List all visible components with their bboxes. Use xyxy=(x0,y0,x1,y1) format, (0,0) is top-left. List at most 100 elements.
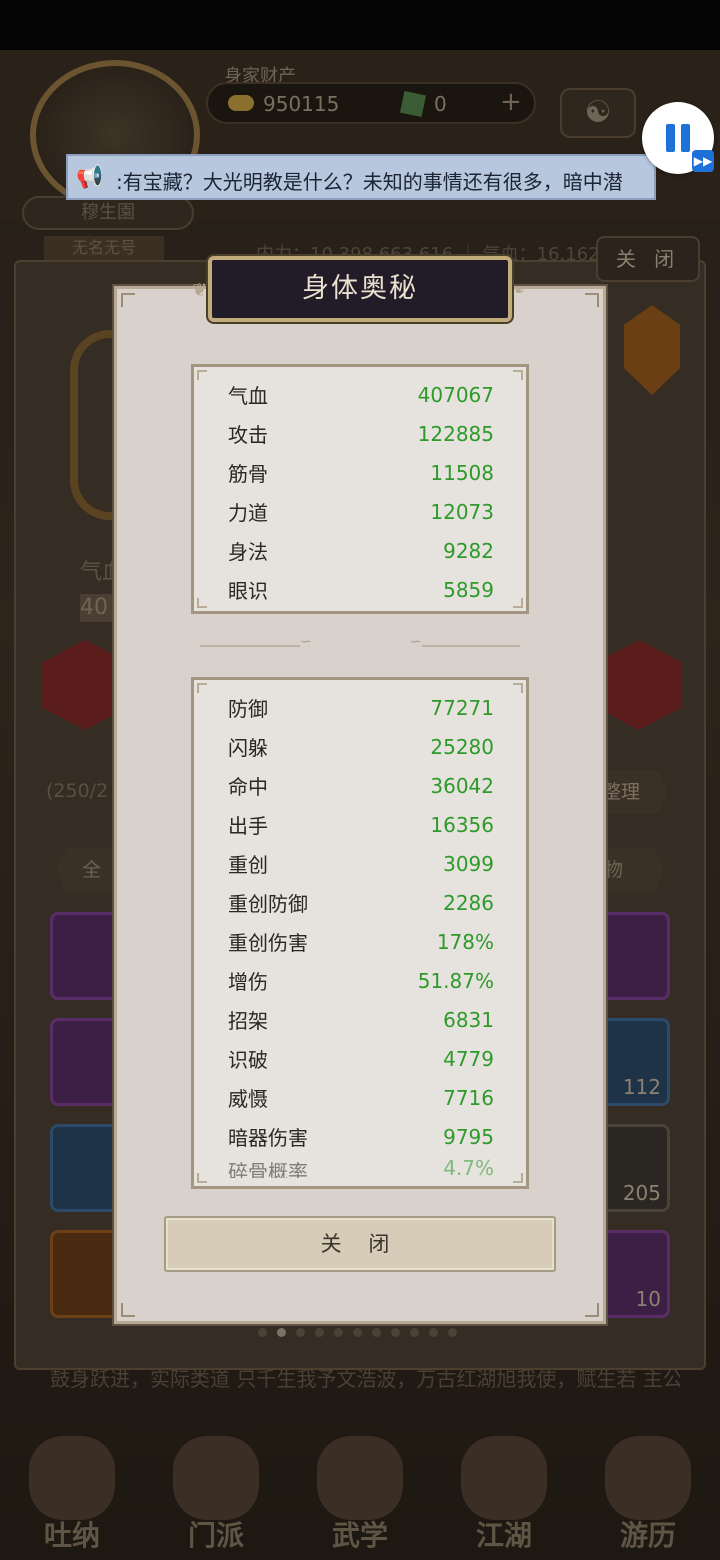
page-dot[interactable] xyxy=(277,1328,286,1337)
nav-martial-arts[interactable]: 武学 xyxy=(305,1436,415,1554)
nav-sect[interactable]: 门派 xyxy=(161,1436,271,1554)
page-dot[interactable] xyxy=(448,1328,457,1337)
stat-label: 识破 xyxy=(228,1048,268,1072)
martial-arts-icon xyxy=(317,1436,403,1520)
stat-row-damage-bonus: 增伤 51.87% xyxy=(228,961,494,1000)
corner-ornament xyxy=(197,1173,207,1183)
corner-ornament xyxy=(585,293,599,307)
stat-label: 出手 xyxy=(228,814,268,838)
taiji-icon[interactable]: ☯ xyxy=(560,88,636,138)
stat-row-agility: 身法 9282 xyxy=(228,531,494,570)
divider-ornament-icon: ∽ xyxy=(300,634,312,650)
stat-label: 命中 xyxy=(228,775,268,799)
modal-title-plate: 身体奥秘 xyxy=(208,256,512,322)
item-slot[interactable] xyxy=(600,912,670,1000)
page-dot[interactable] xyxy=(296,1328,305,1337)
page-dot[interactable] xyxy=(391,1328,400,1337)
nav-label: 江湖 xyxy=(475,1519,532,1552)
nav-tuna[interactable]: 吐纳 xyxy=(17,1436,127,1554)
status-bar xyxy=(0,0,720,50)
page-dot[interactable] xyxy=(372,1328,381,1337)
stat-row-intimidate: 威慑 7716 xyxy=(228,1078,494,1117)
page-dot[interactable] xyxy=(410,1328,419,1337)
stat-value: 2286 xyxy=(443,890,494,915)
tuna-icon xyxy=(29,1436,115,1520)
secondary-stats-box[interactable]: 防御 77271 闪躲 25280 命中 36042 出手 16356 重创 3099 重… xyxy=(191,677,529,1189)
stat-label: 重创 xyxy=(228,853,268,877)
pause-icon xyxy=(666,124,675,152)
nav-travel[interactable]: 游历 xyxy=(593,1436,703,1554)
item-slot[interactable] xyxy=(50,1230,120,1318)
stat-value: 407067 xyxy=(417,382,494,407)
item-slot[interactable]: 112 xyxy=(600,1018,670,1106)
stat-row-hidden-weapon-damage: 暗器伤害 9795 xyxy=(228,1117,494,1156)
jianghu-icon xyxy=(461,1436,547,1520)
stat-row-perception: 眼识 5859 xyxy=(228,570,494,609)
modal-close-button[interactable]: 关 闭 xyxy=(164,1216,556,1272)
stat-label: 身法 xyxy=(228,540,268,564)
item-slot[interactable] xyxy=(50,1124,120,1212)
background-close-button[interactable]: 关 闭 xyxy=(596,236,700,282)
primary-stat-list: 气血 407067 攻击 122885 筋骨 11508 力道 12073 身法 9282… xyxy=(228,375,494,609)
stat-label: 重创防御 xyxy=(228,892,308,916)
stat-value: 9282 xyxy=(443,538,494,563)
page-dot[interactable] xyxy=(334,1328,343,1337)
silver-coin-icon xyxy=(228,95,254,111)
item-slot[interactable]: 205 xyxy=(600,1124,670,1212)
corner-ornament xyxy=(585,1303,599,1317)
flourish-right-icon: ❧ xyxy=(510,280,526,301)
page-dot[interactable] xyxy=(258,1328,267,1337)
stat-label: 眼识 xyxy=(228,579,268,603)
secondary-stat-list[interactable]: 防御 77271 闪躲 25280 命中 36042 出手 16356 重创 3099 重… xyxy=(228,688,494,1179)
bag-capacity: (250/2 xyxy=(46,780,109,802)
section-divider: ∽ ∽ xyxy=(200,634,520,652)
stat-row-crit: 重创 3099 xyxy=(228,844,494,883)
stat-value: 16356 xyxy=(430,812,494,837)
page-dot[interactable] xyxy=(353,1328,362,1337)
item-count: 10 xyxy=(635,1287,661,1311)
stat-row-insight: 识破 4779 xyxy=(228,1039,494,1078)
stat-label: 攻击 xyxy=(228,423,268,447)
stat-label: 招架 xyxy=(228,1009,268,1033)
stat-label: 防御 xyxy=(228,697,268,721)
nav-jianghu[interactable]: 江湖 xyxy=(449,1436,559,1554)
filter-items-tab[interactable]: 物 xyxy=(600,848,664,892)
stat-value: 4.7% xyxy=(443,1156,494,1178)
stat-row-parry: 招架 6831 xyxy=(228,1000,494,1039)
corner-ornament xyxy=(121,1303,135,1317)
stat-label: 筋骨 xyxy=(228,462,268,486)
corner-ornament xyxy=(513,683,523,693)
stat-value: 6831 xyxy=(443,1007,494,1032)
modal-title: 身体奥秘 xyxy=(302,273,418,304)
stat-row-strength: 力道 12073 xyxy=(228,492,494,531)
item-slot[interactable] xyxy=(50,1018,120,1106)
stat-label: 力道 xyxy=(228,501,268,525)
stat-value: 4779 xyxy=(443,1046,494,1071)
sort-button[interactable]: 整理 xyxy=(598,770,668,814)
divider-line xyxy=(422,645,520,647)
stat-value: 5859 xyxy=(443,577,494,602)
fast-forward-icon[interactable]: ▶▶ xyxy=(692,150,714,172)
corner-ornament xyxy=(513,1173,523,1183)
ad-banner[interactable]: 📢 :有宝藏？大光明教是什么？未知的事情还有很多，暗中潜 xyxy=(66,154,656,200)
stat-label: 暗器伤害 xyxy=(228,1126,308,1150)
item-slot[interactable] xyxy=(50,912,120,1000)
corner-ornament xyxy=(513,370,523,380)
add-currency-icon[interactable]: + xyxy=(500,87,522,117)
stat-row-qixue: 气血 407067 xyxy=(228,375,494,414)
page-dot[interactable] xyxy=(429,1328,438,1337)
travel-icon xyxy=(605,1436,691,1520)
wealth-bar: 950115 0 + xyxy=(206,82,536,124)
nav-label: 吐纳 xyxy=(43,1519,100,1552)
stat-value: 11508 xyxy=(430,460,494,485)
item-slot[interactable]: 10 xyxy=(600,1230,670,1318)
stat-row-crit-damage: 重创伤害 178% xyxy=(228,922,494,961)
stat-label: 威慑 xyxy=(228,1087,268,1111)
character-name: 穆生園 xyxy=(22,196,194,230)
page-dot[interactable] xyxy=(315,1328,324,1337)
stat-row-defense: 防御 77271 xyxy=(228,688,494,727)
sect-icon xyxy=(173,1436,259,1520)
nav-label: 武学 xyxy=(331,1519,388,1552)
stat-value: 36042 xyxy=(430,773,494,798)
stat-value: 51.87% xyxy=(417,968,494,993)
